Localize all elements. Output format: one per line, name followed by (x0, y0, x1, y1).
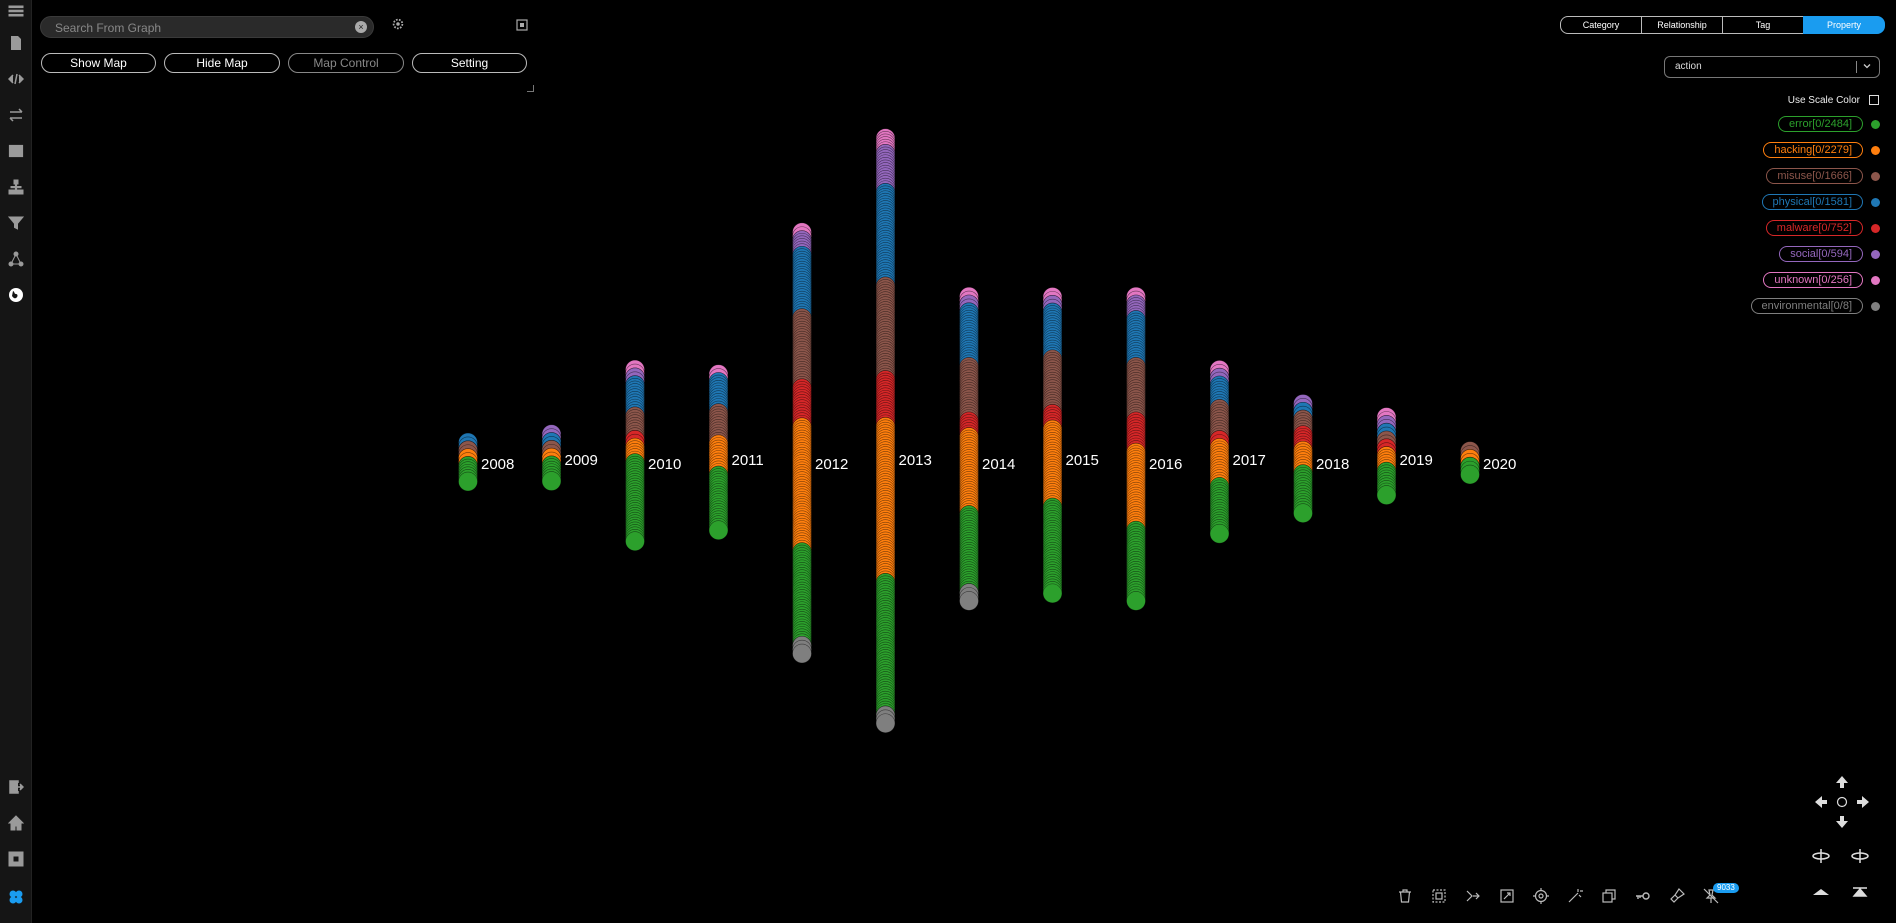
trash-icon[interactable] (1395, 886, 1415, 906)
key-icon[interactable] (1633, 886, 1653, 906)
year-label: 2020 (1483, 456, 1516, 473)
year-label: 2014 (982, 456, 1015, 473)
rotate-left-icon[interactable] (1812, 849, 1830, 863)
pan-down-icon[interactable] (1836, 816, 1848, 828)
year-label: 2019 (1400, 452, 1433, 469)
year-label: 2011 (732, 452, 764, 469)
graph-node[interactable] (792, 643, 812, 664)
tilt-down-icon[interactable] (1813, 889, 1829, 895)
duplicate-icon[interactable] (1599, 886, 1619, 906)
brush-icon[interactable] (1667, 886, 1687, 906)
year-label: 2015 (1066, 452, 1099, 469)
connect-icon[interactable] (1463, 886, 1483, 906)
target-icon[interactable] (1531, 886, 1551, 906)
graph-node[interactable] (1293, 503, 1313, 523)
year-label: 2010 (648, 456, 681, 473)
graph-node[interactable] (1460, 464, 1480, 485)
pan-up-icon[interactable] (1836, 776, 1848, 788)
year-label: 2016 (1149, 456, 1182, 473)
year-label: 2018 (1316, 456, 1349, 473)
node-count-badge: 9033 (1713, 883, 1739, 893)
year-label: 2012 (815, 456, 848, 473)
graph-node[interactable] (1042, 583, 1063, 604)
pan-right-icon[interactable] (1857, 796, 1869, 808)
rotate-right-icon[interactable] (1851, 849, 1869, 863)
year-label: 2009 (565, 452, 598, 469)
magic-icon[interactable] (1565, 886, 1585, 906)
pin-off-icon[interactable]: 9033 (1701, 883, 1739, 906)
graph-node[interactable] (625, 531, 645, 552)
graph-node[interactable] (1126, 591, 1146, 611)
graph-node[interactable] (541, 471, 562, 491)
pan-left-icon[interactable] (1815, 796, 1827, 808)
tilt-up-icon[interactable] (1852, 887, 1868, 897)
reset-view-icon[interactable] (1836, 796, 1848, 808)
graph-node[interactable] (875, 713, 896, 734)
year-label: 2013 (899, 452, 932, 469)
expand-icon[interactable] (1497, 886, 1517, 906)
bottom-toolbar: 9033 (1395, 883, 1739, 906)
year-label: 2017 (1233, 452, 1266, 469)
select-box-icon[interactable] (1429, 886, 1449, 906)
graph-node[interactable] (458, 471, 478, 492)
graph-node[interactable] (1209, 523, 1230, 544)
graph-node[interactable] (959, 591, 979, 611)
graph-node[interactable] (1376, 485, 1397, 505)
year-label: 2008 (481, 456, 514, 473)
graph-node[interactable] (708, 520, 729, 541)
navigation-controls (1812, 776, 1869, 897)
graph-canvas[interactable]: 2008 2009 2010 2011 2012 2013 2014 2015 2016 2017… (0, 0, 1896, 923)
